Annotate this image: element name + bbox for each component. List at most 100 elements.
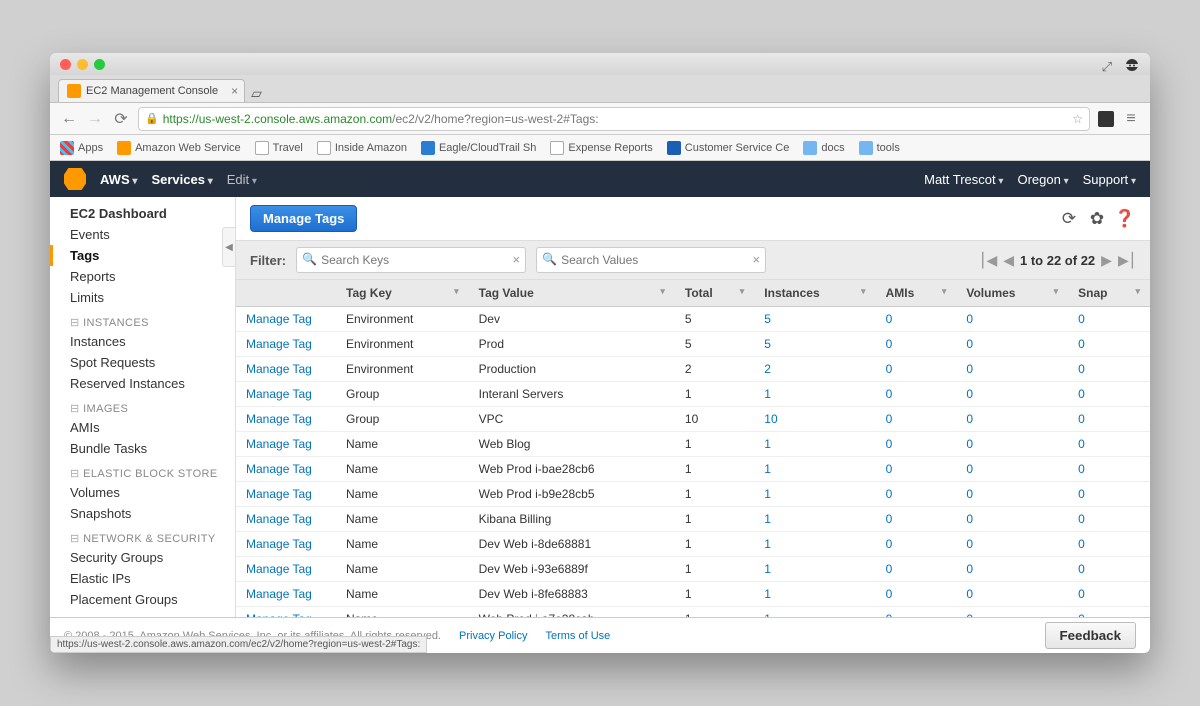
- tab-close-icon[interactable]: ×: [231, 84, 238, 98]
- new-tab-icon[interactable]: ▱: [251, 85, 262, 102]
- cell-snapshots[interactable]: 0: [1068, 607, 1150, 618]
- cell-amis[interactable]: 0: [876, 607, 957, 618]
- manage-tag-link[interactable]: Manage Tag: [236, 457, 336, 482]
- cell-instances[interactable]: 1: [754, 507, 875, 532]
- manage-tag-link[interactable]: Manage Tag: [236, 507, 336, 532]
- manage-tag-link[interactable]: Manage Tag: [236, 557, 336, 582]
- page-next-icon[interactable]: ▶: [1101, 252, 1112, 269]
- sidebar-collapse-icon[interactable]: ◀: [222, 227, 236, 267]
- page-last-icon[interactable]: ▶⎮: [1118, 252, 1136, 269]
- bookmark-item[interactable]: docs: [803, 141, 844, 155]
- cell-volumes[interactable]: 0: [956, 307, 1068, 332]
- sidebar-item[interactable]: Events: [50, 224, 235, 245]
- bookmark-item[interactable]: Inside Amazon: [317, 141, 407, 155]
- column-header[interactable]: Snap▾: [1068, 280, 1150, 307]
- bookmark-item[interactable]: Expense Reports: [550, 141, 652, 155]
- cell-snapshots[interactable]: 0: [1068, 407, 1150, 432]
- cell-instances[interactable]: 1: [754, 382, 875, 407]
- sidebar-group-header[interactable]: ELASTIC BLOCK STORE: [50, 459, 235, 482]
- terms-link[interactable]: Terms of Use: [545, 630, 610, 642]
- column-header[interactable]: [236, 280, 336, 307]
- browser-menu-icon[interactable]: ≡: [1122, 110, 1140, 128]
- sidebar-item[interactable]: Spot Requests: [50, 352, 235, 373]
- cell-snapshots[interactable]: 0: [1068, 582, 1150, 607]
- sort-icon[interactable]: ▾: [861, 286, 866, 297]
- cell-volumes[interactable]: 0: [956, 482, 1068, 507]
- cell-volumes[interactable]: 0: [956, 457, 1068, 482]
- cell-snapshots[interactable]: 0: [1068, 482, 1150, 507]
- manage-tag-link[interactable]: Manage Tag: [236, 307, 336, 332]
- cell-instances[interactable]: 1: [754, 582, 875, 607]
- sidebar-item[interactable]: Instances: [50, 331, 235, 352]
- settings-gear-icon[interactable]: ✿: [1086, 208, 1108, 230]
- fullscreen-icon[interactable]: ⤢: [1102, 59, 1112, 75]
- sort-icon[interactable]: ▾: [1054, 286, 1059, 297]
- table-scroll[interactable]: Tag Key▾Tag Value▾Total▾Instances▾AMIs▾V…: [236, 280, 1150, 617]
- bookmark-item[interactable]: Apps: [60, 141, 103, 155]
- sidebar-group-header[interactable]: NETWORK & SECURITY: [50, 524, 235, 547]
- cell-amis[interactable]: 0: [876, 482, 957, 507]
- cell-instances[interactable]: 1: [754, 532, 875, 557]
- sidebar-group-header[interactable]: IMAGES: [50, 394, 235, 417]
- sidebar-item[interactable]: Reserved Instances: [50, 373, 235, 394]
- cell-volumes[interactable]: 0: [956, 532, 1068, 557]
- services-menu[interactable]: Services: [151, 172, 212, 187]
- back-icon[interactable]: ←: [60, 110, 78, 128]
- cell-instances[interactable]: 2: [754, 357, 875, 382]
- clear-keys-icon[interactable]: ×: [513, 252, 521, 267]
- cell-volumes[interactable]: 0: [956, 432, 1068, 457]
- window-minimize-icon[interactable]: [77, 59, 88, 70]
- privacy-link[interactable]: Privacy Policy: [459, 630, 527, 642]
- search-values-input[interactable]: [536, 247, 766, 273]
- feedback-button[interactable]: Feedback: [1045, 622, 1137, 649]
- edit-menu[interactable]: Edit: [227, 172, 257, 187]
- window-zoom-icon[interactable]: [94, 59, 105, 70]
- manage-tag-link[interactable]: Manage Tag: [236, 357, 336, 382]
- cell-amis[interactable]: 0: [876, 332, 957, 357]
- page-first-icon[interactable]: ⎮◀: [979, 252, 997, 269]
- cell-snapshots[interactable]: 0: [1068, 432, 1150, 457]
- bookmark-item[interactable]: Amazon Web Service: [117, 141, 241, 155]
- bookmark-item[interactable]: Travel: [255, 141, 303, 155]
- window-close-icon[interactable]: [60, 59, 71, 70]
- sidebar-group-header[interactable]: INSTANCES: [50, 308, 235, 331]
- cell-instances[interactable]: 5: [754, 307, 875, 332]
- column-header[interactable]: Total▾: [675, 280, 754, 307]
- cell-instances[interactable]: 1: [754, 457, 875, 482]
- support-menu[interactable]: Support: [1083, 172, 1136, 187]
- manage-tag-link[interactable]: Manage Tag: [236, 432, 336, 457]
- column-header[interactable]: Instances▾: [754, 280, 875, 307]
- cell-volumes[interactable]: 0: [956, 332, 1068, 357]
- sidebar-item[interactable]: Limits: [50, 287, 235, 308]
- cell-snapshots[interactable]: 0: [1068, 557, 1150, 582]
- sidebar-item[interactable]: EC2 Dashboard: [50, 203, 235, 224]
- column-header[interactable]: AMIs▾: [876, 280, 957, 307]
- manage-tag-link[interactable]: Manage Tag: [236, 407, 336, 432]
- cell-volumes[interactable]: 0: [956, 582, 1068, 607]
- cell-amis[interactable]: 0: [876, 432, 957, 457]
- cell-snapshots[interactable]: 0: [1068, 457, 1150, 482]
- cell-amis[interactable]: 0: [876, 557, 957, 582]
- bookmark-star-icon[interactable]: ☆: [1072, 112, 1083, 126]
- refresh-icon[interactable]: ⟳: [1058, 208, 1080, 230]
- cell-amis[interactable]: 0: [876, 382, 957, 407]
- cell-instances[interactable]: 1: [754, 557, 875, 582]
- help-icon[interactable]: ❓: [1114, 208, 1136, 230]
- cell-volumes[interactable]: 0: [956, 407, 1068, 432]
- sidebar-item[interactable]: Snapshots: [50, 503, 235, 524]
- column-header[interactable]: Volumes▾: [956, 280, 1068, 307]
- cell-instances[interactable]: 10: [754, 407, 875, 432]
- profile-avatar-icon[interactable]: [1122, 57, 1142, 77]
- forward-icon[interactable]: →: [86, 110, 104, 128]
- cell-amis[interactable]: 0: [876, 457, 957, 482]
- sidebar-item[interactable]: Reports: [50, 266, 235, 287]
- aws-logo-icon[interactable]: [64, 168, 86, 190]
- cell-snapshots[interactable]: 0: [1068, 532, 1150, 557]
- cell-amis[interactable]: 0: [876, 407, 957, 432]
- sidebar-item[interactable]: Elastic IPs: [50, 568, 235, 589]
- cell-amis[interactable]: 0: [876, 507, 957, 532]
- bookmark-item[interactable]: tools: [859, 141, 900, 155]
- sort-icon[interactable]: ▾: [660, 286, 665, 297]
- cell-volumes[interactable]: 0: [956, 382, 1068, 407]
- cell-snapshots[interactable]: 0: [1068, 307, 1150, 332]
